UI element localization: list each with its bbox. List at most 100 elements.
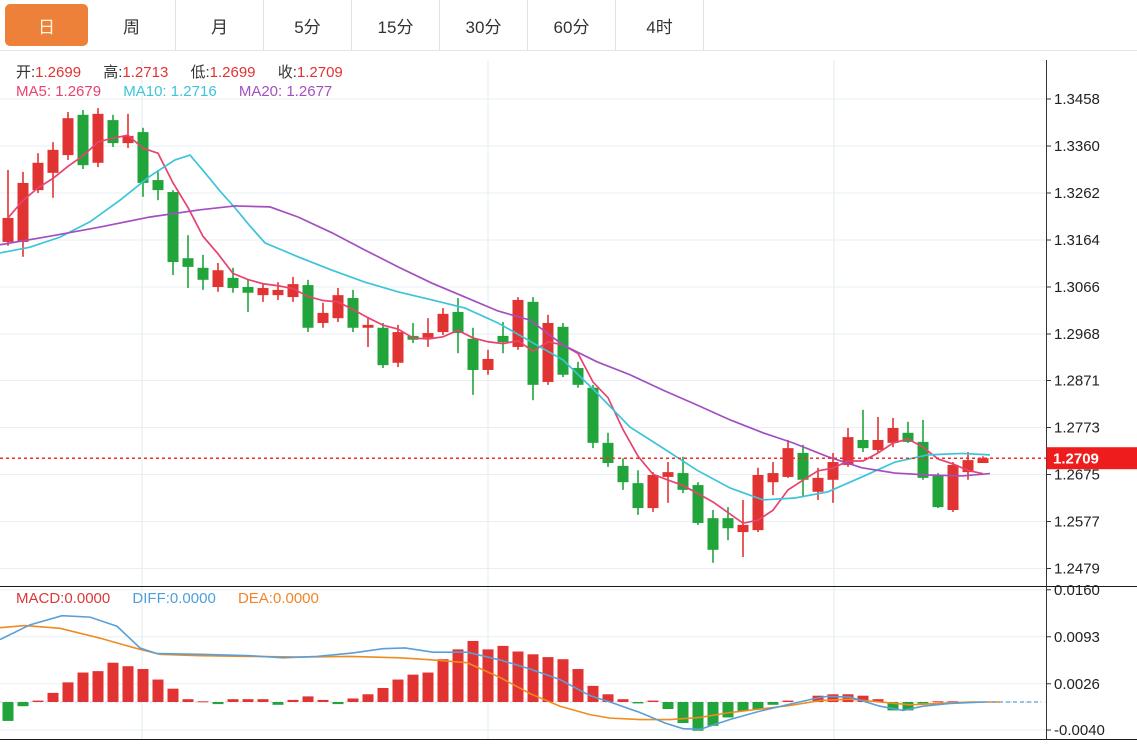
- tab-60min[interactable]: 60分: [528, 0, 616, 50]
- candle-body: [618, 466, 629, 482]
- price-axis-label: 1.3458: [1054, 91, 1100, 108]
- candle-body: [663, 472, 674, 477]
- open-value: 1.2699: [35, 64, 81, 81]
- macd-bar: [303, 696, 314, 702]
- macd-bar: [723, 702, 734, 717]
- candle-body: [468, 339, 479, 370]
- price-axis-label: 1.2773: [1054, 420, 1100, 437]
- candle-body: [558, 327, 569, 375]
- price-axis-label: 1.3066: [1054, 279, 1100, 296]
- candle-body: [438, 314, 449, 332]
- price-axis-label: 1.2968: [1054, 326, 1100, 343]
- candle-body: [753, 475, 764, 530]
- macd-bar: [618, 699, 629, 702]
- ma20-label: MA20:: [239, 83, 282, 100]
- candle-body: [318, 313, 329, 323]
- macd-bar: [438, 659, 449, 702]
- macd-bar: [348, 698, 359, 702]
- candle-body: [363, 325, 374, 328]
- macd-axis-label: -0.0040: [1054, 722, 1105, 739]
- price-axis-label: 1.3164: [1054, 232, 1100, 249]
- candle-body: [603, 443, 614, 463]
- macd-bar: [453, 649, 464, 702]
- macd-bar: [153, 680, 164, 702]
- ma20-value: 1.2677: [286, 83, 332, 100]
- macd-bar: [918, 702, 929, 703]
- macd-bar: [243, 699, 254, 702]
- ma5-label: MA5:: [16, 83, 51, 100]
- price-axis-label: 1.2871: [1054, 373, 1100, 390]
- tab-4hour[interactable]: 4时: [616, 0, 704, 50]
- tab-30min[interactable]: 30分: [440, 0, 528, 50]
- macd-bar: [228, 699, 239, 702]
- candle-body: [138, 132, 149, 183]
- tab-5min[interactable]: 5分: [264, 0, 352, 50]
- macd-bar: [573, 669, 584, 702]
- ma10-value: 1.2716: [171, 83, 217, 100]
- candle-body: [873, 440, 884, 450]
- candle-body: [333, 295, 344, 318]
- candle-body: [18, 183, 29, 242]
- candle-body: [648, 475, 659, 508]
- macd-bar: [513, 651, 524, 702]
- diff-value: 0.0000: [170, 590, 216, 607]
- candle-body: [858, 440, 869, 448]
- candle-body: [948, 465, 959, 510]
- tab-month[interactable]: 月: [176, 0, 264, 50]
- candle-body: [378, 328, 389, 365]
- macd-bar: [18, 702, 29, 706]
- macd-bar: [588, 686, 599, 702]
- macd-bar: [3, 702, 14, 721]
- candle-body: [633, 483, 644, 508]
- candlestick-chart[interactable]: 1.3458 1.3360 1.3262 1.3164 1.3066 1.2968 1.28…: [0, 0, 1137, 749]
- price-axis-label: 1.3360: [1054, 138, 1100, 155]
- macd-bar: [378, 688, 389, 702]
- candle-body: [708, 518, 719, 550]
- macd-bar: [423, 673, 434, 702]
- macd-axis-label: 0.0026: [1054, 676, 1100, 693]
- macd-bar: [48, 693, 59, 702]
- macd-bar: [93, 671, 104, 702]
- close-label: 收:: [278, 64, 297, 81]
- macd-bar: [33, 701, 44, 702]
- macd-label: MACD:: [16, 590, 64, 607]
- macd-bar: [78, 673, 89, 702]
- ohlc-readout: 开:1.2699 高:1.2713 低:1.2699 收:1.2709: [16, 61, 361, 82]
- candle-body: [423, 333, 434, 338]
- candle-body: [183, 258, 194, 267]
- candle-body: [303, 285, 314, 328]
- macd-bar: [108, 663, 119, 702]
- candle-body: [783, 448, 794, 477]
- macd-bar: [753, 702, 764, 709]
- candle-body: [513, 300, 524, 347]
- high-label: 高:: [103, 64, 122, 81]
- low-value: 1.2699: [210, 64, 256, 81]
- tab-day[interactable]: 日: [5, 4, 88, 46]
- tab-week[interactable]: 周: [88, 0, 176, 50]
- macd-bar: [318, 700, 329, 702]
- price-axis-label: 1.3262: [1054, 185, 1100, 202]
- tab-15min[interactable]: 15分: [352, 0, 440, 50]
- diff-label: DIFF:: [132, 590, 170, 607]
- macd-axis-label: 0.0160: [1054, 582, 1100, 599]
- macd-bar: [663, 702, 674, 709]
- macd-bar: [768, 702, 779, 705]
- ma20-line: [0, 206, 990, 476]
- candle-body: [498, 336, 509, 342]
- dea-label: DEA:: [238, 590, 273, 607]
- candle-body: [813, 478, 824, 492]
- macd-value: 0.0000: [64, 590, 110, 607]
- macd-bar: [393, 680, 404, 702]
- open-label: 开:: [16, 64, 35, 81]
- candle-body: [738, 525, 749, 532]
- macd-legend: MACD:0.0000 DIFF:0.0000 DEA:0.0000: [16, 590, 337, 607]
- candle-body: [828, 462, 839, 480]
- candle-body: [723, 518, 734, 528]
- macd-bar: [363, 694, 374, 702]
- candle-body: [3, 218, 14, 242]
- candle-body: [168, 192, 179, 262]
- candle-body: [228, 278, 239, 288]
- macd-bar: [63, 682, 74, 702]
- macd-bar: [213, 702, 224, 704]
- candle-body: [243, 287, 254, 293]
